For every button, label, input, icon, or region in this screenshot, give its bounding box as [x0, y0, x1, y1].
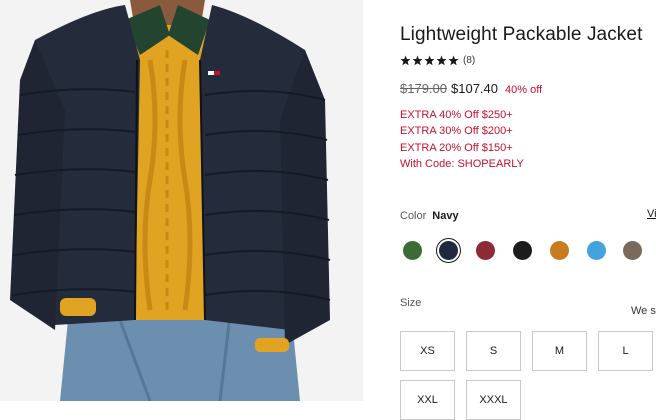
original-price: $179.00 [400, 81, 447, 96]
price-row: $179.00 $107.40 40% off [400, 81, 542, 96]
swatch-navy[interactable] [436, 238, 461, 263]
color-label: Color [400, 210, 427, 222]
swatch-dot [476, 241, 495, 260]
swatch-dot [587, 241, 606, 260]
swatch-black[interactable] [510, 238, 535, 263]
star-icon [400, 55, 411, 66]
size-button-l[interactable]: L [598, 331, 653, 371]
promo-line: EXTRA 20% Off $150+ [400, 141, 513, 154]
view-link[interactable]: Vi [647, 208, 656, 220]
star-icon [424, 55, 435, 66]
promo-code: With Code: SHOPEARLY [400, 157, 524, 170]
size-button-m[interactable]: M [532, 331, 587, 371]
size-guide-note[interactable]: We s [631, 305, 656, 317]
size-label: Size [400, 297, 422, 309]
promo-line: EXTRA 40% Off $250+ [400, 109, 513, 121]
discount-label: 40% off [505, 84, 543, 96]
swatch-light-blue[interactable] [584, 238, 609, 263]
review-count[interactable]: (8) [463, 55, 475, 66]
swatch-tan[interactable] [547, 238, 572, 263]
product-details: Lightweight Packable Jacket (8) $179.00 … [400, 0, 656, 420]
product-title: Lightweight Packable Jacket [400, 24, 643, 45]
swatch-taupe[interactable] [620, 238, 645, 263]
jacket-photo [0, 0, 363, 401]
swatch-dot [513, 241, 532, 260]
rating-stars [400, 55, 460, 66]
swatch-green[interactable] [400, 238, 425, 263]
color-selection: Color Navy [400, 210, 459, 222]
swatch-dot [403, 241, 422, 260]
product-image [0, 0, 363, 401]
size-button-xxxl[interactable]: XXXL [466, 380, 521, 420]
size-button-xxl[interactable]: XXL [400, 380, 455, 420]
sale-price: $107.40 [451, 81, 498, 96]
swatch-dot [623, 241, 642, 260]
selected-color-name: Navy [432, 210, 459, 222]
promo-list: EXTRA 40% Off $250+ EXTRA 30% Off $200+ … [400, 107, 524, 172]
star-icon [436, 55, 447, 66]
star-icon [412, 55, 423, 66]
swatch-dot [439, 241, 458, 260]
size-button-xs[interactable]: XS [400, 331, 455, 371]
swatch-burgundy[interactable] [473, 238, 498, 263]
size-button-s[interactable]: S [466, 331, 521, 371]
promo-line: EXTRA 30% Off $200+ [400, 125, 513, 138]
rating[interactable]: (8) [400, 55, 475, 66]
swatch-dot [550, 241, 569, 260]
star-icon [448, 55, 459, 66]
